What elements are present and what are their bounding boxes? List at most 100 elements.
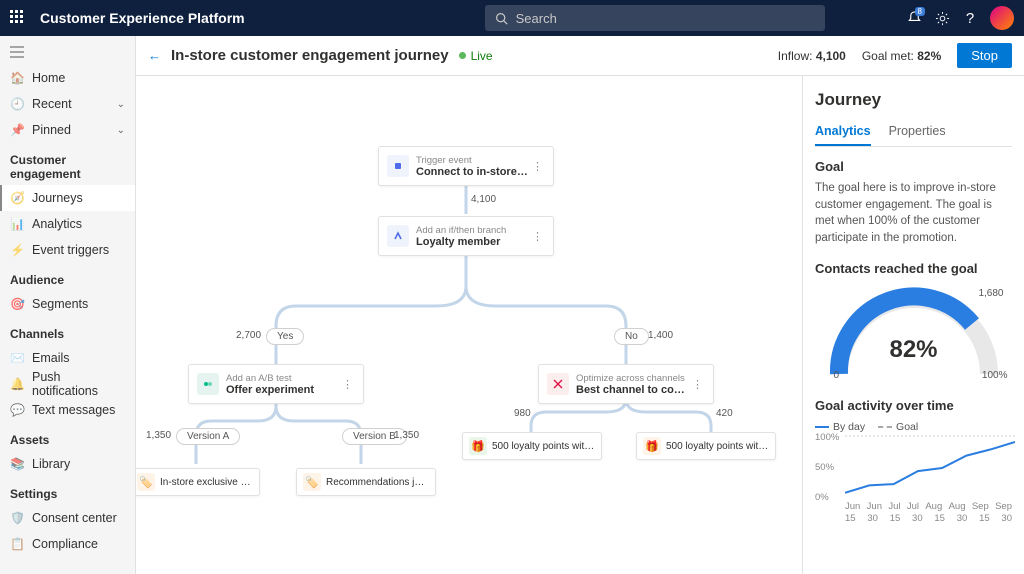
search-input[interactable]: Search <box>485 5 825 31</box>
count-va: 1,350 <box>146 430 171 441</box>
channel-icon <box>547 373 569 395</box>
hamburger-button[interactable] <box>0 42 135 65</box>
sidebar-section: Settings <box>0 477 135 505</box>
chart-legend: By day Goal <box>815 419 1012 433</box>
count-no: 1,400 <box>648 330 673 341</box>
sidebar-item-recent[interactable]: 🕘Recent⌄ <box>0 91 135 117</box>
question-icon: ? <box>966 10 974 27</box>
mail-icon: ✉️ <box>10 351 24 365</box>
version-a-pill: Version A <box>176 428 240 445</box>
count-yes: 2,700 <box>236 330 261 341</box>
push-icon: 🔔 <box>10 377 24 391</box>
wifi-icon <box>387 155 409 177</box>
goal-gauge: 82% 0 1,680 100% <box>824 284 1004 384</box>
trigger-icon: ⚡ <box>10 243 24 257</box>
sidebar-item-text-messages[interactable]: 💬Text messages <box>0 397 135 423</box>
node-channel[interactable]: Optimize across channelsBest channel to … <box>538 364 714 404</box>
sidebar-item-home[interactable]: 🏠Home <box>0 65 135 91</box>
goalmet-stat: Goal met: 82% <box>862 49 941 63</box>
help-button[interactable]: ? <box>956 4 984 32</box>
count-vb: 1,350 <box>394 430 419 441</box>
branch-icon <box>387 225 409 247</box>
sms-icon: 💬 <box>10 403 24 417</box>
chevron-down-icon: ⌄ <box>117 125 125 136</box>
sidebar-section: Assets <box>0 423 135 451</box>
tab-properties[interactable]: Properties <box>889 120 946 146</box>
analytics-icon: 📊 <box>10 217 24 231</box>
status-badge: Live <box>459 49 493 63</box>
tabs: Analytics Properties <box>815 120 1012 147</box>
count-chr: 420 <box>716 408 733 419</box>
consent-icon: 🛡️ <box>10 511 24 525</box>
notification-badge: 8 <box>915 7 925 16</box>
pin-icon: 📌 <box>10 123 24 137</box>
count-root: 4,100 <box>471 194 496 205</box>
avatar[interactable] <box>990 6 1014 30</box>
command-bar: ← In-store customer engagement journey L… <box>136 36 1024 76</box>
ab-icon <box>197 373 219 395</box>
goal-heading: Goal <box>815 159 1012 174</box>
app-launcher-icon[interactable] <box>10 10 26 26</box>
tab-analytics[interactable]: Analytics <box>815 120 871 146</box>
node-trigger[interactable]: Trigger eventConnect to in-store Wi-Fi ⋮ <box>378 146 554 186</box>
sidebar-item-emails[interactable]: ✉️Emails <box>0 345 135 371</box>
node-exclusive[interactable]: 🏷️ In-store exclusive offer <box>136 468 260 496</box>
count-chl: 980 <box>514 408 531 419</box>
sidebar-item-compliance[interactable]: 📋Compliance <box>0 531 135 557</box>
sidebar-item-journeys[interactable]: 🧭Journeys <box>0 185 135 211</box>
back-button[interactable]: ← <box>148 48 161 63</box>
node-menu-icon[interactable]: ⋮ <box>530 160 545 173</box>
top-bar: Customer Experience Platform Search 8 ? <box>0 0 1024 36</box>
sidebar-item-consent-center[interactable]: 🛡️Consent center <box>0 505 135 531</box>
panel-title: Journey <box>815 90 1012 110</box>
sidebar-section: Channels <box>0 317 135 345</box>
contacts-heading: Contacts reached the goal <box>815 261 1012 276</box>
compliance-icon: 📋 <box>10 537 24 551</box>
node-pts-left[interactable]: 🎁 500 loyalty points with sign-up <box>462 432 602 460</box>
stop-button[interactable]: Stop <box>957 43 1012 68</box>
side-panel: Journey Analytics Properties Goal The go… <box>802 76 1024 574</box>
gift-icon: 🎁 <box>643 437 661 455</box>
activity-heading: Goal activity over time <box>815 398 1012 413</box>
gear-icon <box>935 11 950 26</box>
offer-icon: 🏷️ <box>137 473 155 491</box>
journey-canvas[interactable]: Trigger eventConnect to in-store Wi-Fi ⋮… <box>136 76 802 574</box>
sidebar-section: Audience <box>0 263 135 291</box>
search-icon <box>495 12 508 25</box>
clock-icon: 🕘 <box>10 97 24 111</box>
node-branch[interactable]: Add an if/then branchLoyalty member ⋮ <box>378 216 554 256</box>
sidebar-section: Customer engagement <box>0 143 135 185</box>
home-icon: 🏠 <box>10 71 24 85</box>
notifications-button[interactable]: 8 <box>900 4 928 32</box>
activity-chart: 100% 50% 0% JunJunJulJulAugAugSepSep 153… <box>815 435 1012 530</box>
app-title: Customer Experience Platform <box>40 10 245 26</box>
sidebar: 🏠Home🕘Recent⌄📌Pinned⌄ Customer engagemen… <box>0 36 136 574</box>
library-icon: 📚 <box>10 457 24 471</box>
node-menu-icon[interactable]: ⋮ <box>690 378 705 391</box>
chevron-down-icon: ⌄ <box>117 99 125 110</box>
node-ab[interactable]: Add an A/B testOffer experiment ⋮ <box>188 364 364 404</box>
goal-text: The goal here is to improve in-store cus… <box>815 180 1012 247</box>
sidebar-item-event-triggers[interactable]: ⚡Event triggers <box>0 237 135 263</box>
yes-pill: Yes <box>266 328 304 345</box>
journey-icon: 🧭 <box>10 191 24 205</box>
inflow-stat: Inflow: 4,100 <box>778 49 846 63</box>
sidebar-item-analytics[interactable]: 📊Analytics <box>0 211 135 237</box>
no-pill: No <box>614 328 649 345</box>
node-menu-icon[interactable]: ⋮ <box>530 230 545 243</box>
node-pts-right[interactable]: 🎁 500 loyalty points with sign-up <box>636 432 776 460</box>
sidebar-item-library[interactable]: 📚Library <box>0 451 135 477</box>
node-recommend[interactable]: 🏷️ Recommendations just for you <box>296 468 436 496</box>
segments-icon: 🎯 <box>10 297 24 311</box>
hamburger-icon <box>10 46 24 58</box>
journey-title: In-store customer engagement journey <box>171 47 449 64</box>
sidebar-item-push-notifications[interactable]: 🔔Push notifications <box>0 371 135 397</box>
gauge-percent: 82% <box>824 336 1004 364</box>
sidebar-item-pinned[interactable]: 📌Pinned⌄ <box>0 117 135 143</box>
search-placeholder: Search <box>516 11 557 26</box>
gift-icon: 🎁 <box>469 437 487 455</box>
sidebar-item-segments[interactable]: 🎯Segments <box>0 291 135 317</box>
node-menu-icon[interactable]: ⋮ <box>340 378 355 391</box>
settings-button[interactable] <box>928 4 956 32</box>
offer-icon: 🏷️ <box>303 473 321 491</box>
